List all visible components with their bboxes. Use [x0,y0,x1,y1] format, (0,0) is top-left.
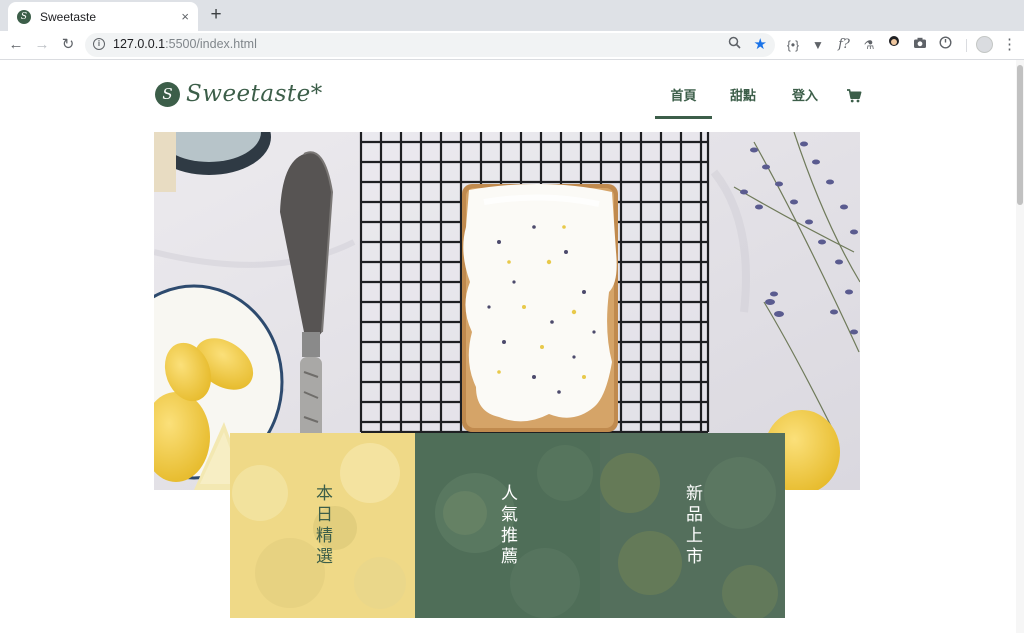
site-info-icon[interactable]: i [93,38,105,50]
address-bar[interactable]: i 127.0.0.1:5500/index.html ★ [85,33,775,57]
card-todays-pick-label-wrap: 本日精選 [230,433,415,618]
profile-avatar-icon[interactable] [976,36,993,53]
card-new-arrivals-label-wrap: 新品上市 [600,433,785,618]
card-todays-pick[interactable]: 本日精選 [230,433,415,618]
page-viewport: S Sweetaste* 首頁 甜點 登入 本日精選 人氣推薦 新品上市 [0,60,1016,633]
camera-icon[interactable] [910,35,930,55]
timer-icon[interactable] [935,35,955,55]
card-popular-label-wrap: 人氣推薦 [415,433,600,618]
new-tab-button[interactable]: + [206,5,226,25]
card-new-arrivals[interactable]: 新品上市 [600,433,785,618]
logo-mark-icon: S [155,81,180,107]
zoom-icon[interactable] [728,36,741,52]
page-scrollbar[interactable] [1016,60,1024,633]
vue-devtools-icon[interactable]: ▼ [808,35,828,55]
scrollbar-thumb[interactable] [1017,65,1023,205]
bookmark-star-icon[interactable]: ★ [754,35,767,53]
reload-icon[interactable]: ↻ [57,34,79,56]
more-menu-icon[interactable]: ⋮ [1002,35,1017,55]
browser-tab[interactable]: S Sweetaste × [8,2,198,31]
browser-tab-strip: S Sweetaste × + [0,0,1024,31]
category-cards: 本日精選 人氣推薦 新品上市 [230,433,785,618]
tab-title: Sweetaste [40,9,97,24]
nav-item-desserts[interactable]: 甜點 [721,82,765,116]
extension-icon[interactable]: ⚗ [859,35,879,55]
shopping-cart-icon[interactable] [846,88,862,104]
url-text[interactable]: 127.0.0.1:5500/index.html [113,37,257,51]
browser-toolbar: ← → ↻ i 127.0.0.1:5500/index.html ★ {•} … [0,31,1024,60]
card-new-arrivals-label: 新品上市 [682,483,702,568]
logo-text: Sweetaste* [186,81,323,107]
nav-item-home[interactable]: 首頁 [655,82,712,119]
site-logo[interactable]: S Sweetaste* [155,81,323,107]
card-todays-pick-label: 本日精選 [312,483,332,568]
fonts-extension-icon[interactable]: f? [834,35,854,55]
card-popular-label: 人氣推薦 [497,483,517,568]
nav-item-login[interactable]: 登入 [783,82,827,116]
url-path: :5500/index.html [165,37,257,51]
url-host: 127.0.0.1 [113,37,166,51]
forward-arrow-icon[interactable]: → [31,34,53,56]
card-popular[interactable]: 人氣推薦 [415,433,600,618]
toolbar-divider [966,39,967,52]
json-extension-icon[interactable]: {•} [783,35,803,55]
avatar-extension-icon[interactable] [884,35,904,55]
close-tab-icon[interactable]: × [181,9,189,24]
site-favicon-icon: S [17,9,31,24]
back-arrow-icon[interactable]: ← [5,34,27,56]
